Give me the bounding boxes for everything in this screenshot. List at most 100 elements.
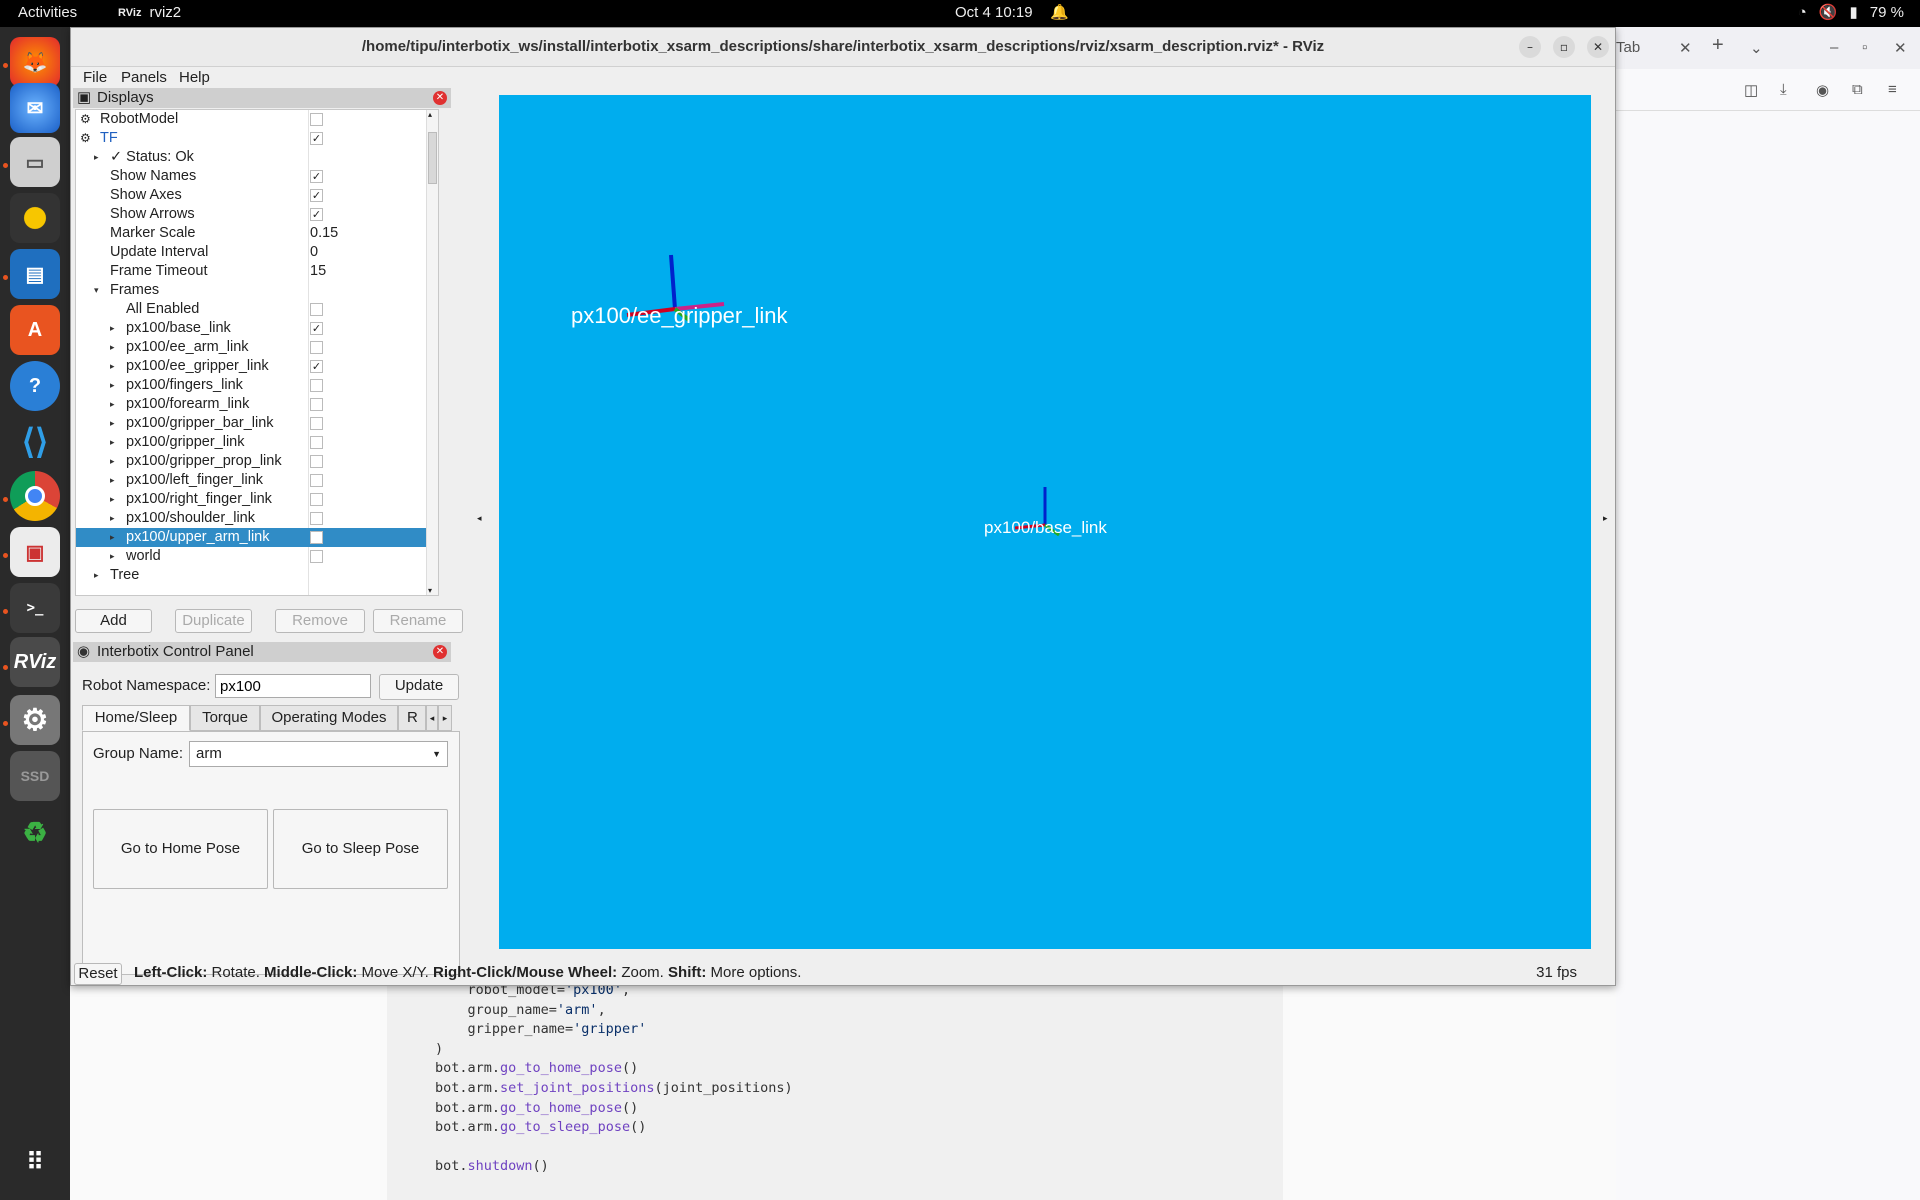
display-tree-row[interactable]: Show Axes ✓: [76, 186, 430, 205]
collapsed-arrow-icon[interactable]: ▸: [110, 414, 115, 433]
display-checkbox[interactable]: ✓: [310, 170, 323, 183]
display-tree-row[interactable]: ▾ Frames: [76, 281, 430, 300]
menu-file[interactable]: File: [83, 69, 107, 86]
collapsed-arrow-icon[interactable]: ▸: [110, 547, 115, 566]
display-checkbox[interactable]: ✓: [310, 189, 323, 202]
collapsed-arrow-icon[interactable]: ▸: [94, 566, 99, 585]
collapsed-arrow-icon[interactable]: ▸: [110, 490, 115, 509]
display-checkbox[interactable]: [310, 417, 323, 430]
display-tree-row[interactable]: TF ⚙ ✓: [76, 129, 430, 148]
display-tree-row[interactable]: Show Arrows ✓: [76, 205, 430, 224]
minimize-icon[interactable]: –: [1830, 39, 1838, 56]
collapsed-arrow-icon[interactable]: ▸: [110, 509, 115, 528]
robot-namespace-input[interactable]: [215, 674, 371, 698]
display-checkbox[interactable]: [310, 398, 323, 411]
display-checkbox[interactable]: ✓: [310, 360, 323, 373]
maximize-icon[interactable]: ▫: [1862, 39, 1867, 56]
display-checkbox[interactable]: [310, 550, 323, 563]
collapsed-arrow-icon[interactable]: ▸: [110, 528, 115, 547]
terminal-icon[interactable]: >_: [10, 583, 60, 633]
help-icon[interactable]: ?: [10, 361, 60, 411]
display-tree-row[interactable]: RobotModel ⚙: [76, 110, 430, 129]
activities-button[interactable]: Activities: [18, 4, 77, 21]
firefox-icon[interactable]: 🦊: [10, 37, 60, 87]
extensions-icon[interactable]: ⧉: [1852, 81, 1863, 98]
display-tree-row[interactable]: ▸ Tree: [76, 566, 430, 585]
collapsed-arrow-icon[interactable]: ▸: [110, 433, 115, 452]
go-to-sleep-pose-button[interactable]: Go to Sleep Pose: [273, 809, 448, 889]
window-titlebar[interactable]: /home/tipu/interbotix_ws/install/interbo…: [71, 28, 1615, 67]
3d-viewport[interactable]: px100/ee_gripper_link px100/base_link: [499, 95, 1591, 949]
ssd-drive-icon[interactable]: SSD: [10, 751, 60, 801]
libreoffice-writer-icon[interactable]: ▤: [10, 249, 60, 299]
remove-button[interactable]: Remove: [275, 609, 365, 633]
go-to-home-pose-button[interactable]: Go to Home Pose: [93, 809, 268, 889]
collapsed-arrow-icon[interactable]: ▸: [94, 148, 99, 167]
display-tree-row[interactable]: ▸ px100/gripper_bar_link: [76, 414, 430, 433]
display-tree-row[interactable]: Update Interval 0: [76, 243, 430, 262]
scrollbar-thumb[interactable]: [428, 132, 437, 184]
display-tree-row[interactable]: ▸ px100/ee_arm_link: [76, 338, 430, 357]
collapsed-arrow-icon[interactable]: ▸: [110, 319, 115, 338]
displays-tree[interactable]: RobotModel ⚙ TF ⚙ ✓ ▸ ✓ Status: Ok Show Names ✓ S…: [75, 109, 439, 596]
maximize-window-button[interactable]: ▫: [1553, 36, 1575, 58]
display-tree-row[interactable]: ▸ px100/left_finger_link: [76, 471, 430, 490]
display-tree-row[interactable]: All Enabled: [76, 300, 430, 319]
rviz-icon[interactable]: RViz: [10, 637, 60, 687]
property-value[interactable]: 0.15: [310, 224, 338, 243]
document-viewer-icon[interactable]: ▣: [10, 527, 60, 577]
display-checkbox[interactable]: ✓: [310, 132, 323, 145]
close-panel-icon[interactable]: ✕: [433, 91, 447, 105]
settings-icon[interactable]: ⚙: [10, 695, 60, 745]
display-tree-row[interactable]: ▸ px100/base_link ✓: [76, 319, 430, 338]
pocket-icon[interactable]: ◫: [1744, 81, 1758, 99]
scroll-down-icon[interactable]: ▾: [428, 586, 432, 595]
display-tree-row[interactable]: ▸ px100/gripper_prop_link: [76, 452, 430, 471]
display-checkbox[interactable]: [310, 303, 323, 316]
new-tab-icon[interactable]: +: [1712, 34, 1724, 57]
trash-icon[interactable]: ♻: [10, 807, 60, 857]
menu-help[interactable]: Help: [179, 69, 210, 86]
collapsed-arrow-icon[interactable]: ▸: [110, 376, 115, 395]
show-apps-icon[interactable]: ⠿: [10, 1137, 60, 1187]
thunderbird-icon[interactable]: ✉: [10, 83, 60, 133]
tab-torque[interactable]: Torque: [190, 705, 260, 731]
expanded-arrow-icon[interactable]: ▾: [94, 281, 99, 300]
tab-scroll-right-icon[interactable]: ▸: [438, 705, 452, 731]
scroll-up-icon[interactable]: ▴: [428, 110, 432, 119]
display-tree-row[interactable]: ▸ px100/right_finger_link: [76, 490, 430, 509]
display-checkbox[interactable]: [310, 379, 323, 392]
rhythmbox-icon[interactable]: [10, 193, 60, 243]
display-tree-row[interactable]: ▸ ✓ Status: Ok: [76, 148, 430, 167]
display-tree-row[interactable]: Marker Scale 0.15: [76, 224, 430, 243]
collapsed-arrow-icon[interactable]: ▸: [110, 395, 115, 414]
update-button[interactable]: Update: [379, 674, 459, 700]
duplicate-button[interactable]: Duplicate: [175, 609, 252, 633]
close-tab-icon[interactable]: ✕: [1679, 39, 1692, 57]
tab-scroll-left-icon[interactable]: ◂: [426, 705, 438, 731]
property-value[interactable]: 15: [310, 262, 326, 281]
tab-home-sleep[interactable]: Home/Sleep: [82, 705, 190, 731]
system-tray[interactable]: ◔ 🔇 ▮ 79 %: [1798, 3, 1904, 22]
display-checkbox[interactable]: [310, 455, 323, 468]
clock[interactable]: Oct 4 10:19: [955, 4, 1033, 21]
display-tree-row[interactable]: ▸ px100/gripper_link: [76, 433, 430, 452]
rename-button[interactable]: Rename: [373, 609, 463, 633]
download-icon[interactable]: ⤓: [1780, 81, 1787, 98]
display-tree-row[interactable]: ▸ px100/forearm_link: [76, 395, 430, 414]
tab-operating-modes[interactable]: Operating Modes: [260, 705, 398, 731]
display-checkbox[interactable]: ✓: [310, 208, 323, 221]
chrome-icon[interactable]: [10, 471, 60, 521]
display-checkbox[interactable]: [310, 113, 323, 126]
files-icon[interactable]: ▭: [10, 137, 60, 187]
minimize-window-button[interactable]: –: [1519, 36, 1541, 58]
close-icon[interactable]: ✕: [1894, 39, 1907, 57]
tab-list-icon[interactable]: ⌄: [1750, 39, 1763, 57]
close-window-button[interactable]: ✕: [1587, 36, 1609, 58]
group-name-select[interactable]: arm ▼: [189, 741, 448, 767]
menu-icon[interactable]: ≡: [1888, 81, 1897, 98]
display-checkbox[interactable]: [310, 493, 323, 506]
account-icon[interactable]: ◉: [1816, 81, 1829, 99]
close-panel-icon[interactable]: ✕: [433, 645, 447, 659]
browser-tab-label[interactable]: Tab: [1616, 39, 1640, 56]
